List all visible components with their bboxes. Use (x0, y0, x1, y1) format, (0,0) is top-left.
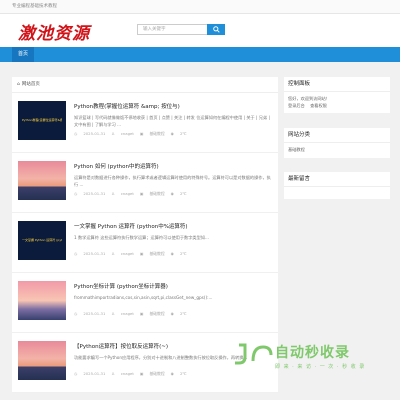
post-thumbnail[interactable] (18, 161, 66, 200)
category-link[interactable]: 基础教程 (288, 147, 305, 152)
thumbnail-caption: 一文掌握 Python 运算符 (python中%运算符) (22, 238, 62, 242)
post-item[interactable]: Python 如何 (python中的运算符) 运算符是对数据进行各种操作，执行算… (12, 153, 278, 213)
post-views: 2℃ (179, 251, 187, 256)
post-meta: ◷ 2025-01-31 ♙ cnaget ▣ 基础教程 ◉ 2℃ (74, 311, 193, 317)
nav-item-home[interactable]: 首页 (12, 47, 35, 62)
sidebar-panel-title: 控制面板 (284, 77, 390, 92)
thumbnail-caption: Python教程(掌握位运算符&按位与) (22, 118, 62, 122)
site-header: 激池资源 (0, 14, 400, 47)
post-views: 2℃ (179, 191, 187, 196)
post-category[interactable]: 基础教程 (149, 131, 164, 136)
user-icon: ♙ (111, 191, 115, 196)
watermark-subtext: 即 来 · 来 访 · 一 次 · 秒 收 录 (275, 364, 366, 370)
post-category[interactable]: 基础教程 (149, 371, 164, 376)
top-bar: 专业编程基础技术教程 (0, 0, 400, 14)
post-date: 2025-01-31 (83, 371, 106, 376)
site-tagline: 专业编程基础技术教程 (12, 4, 57, 9)
post-meta: ◷ 2025-01-31 ♙ cnaget ▣ 基础教程 ◉ 2℃ (74, 131, 193, 137)
post-thumbnail[interactable] (18, 341, 66, 380)
post-author[interactable]: cnaget (121, 311, 134, 316)
user-icon: ♙ (111, 371, 115, 376)
post-excerpt: 1 数学运算符 这些运算符执行数学运算；运算符可以使用于数字类型如... (74, 235, 209, 240)
folder-icon: ▣ (139, 131, 144, 136)
post-date: 2025-01-31 (83, 191, 106, 196)
sidebar-panel-latest: 最新留言 (284, 172, 390, 199)
post-title[interactable]: Python坐标计算 (python坐标计算器) (74, 282, 274, 290)
post-meta: ◷ 2025-01-31 ♙ cnaget ▣ 基础教程 ◉ 2℃ (74, 371, 193, 377)
post-category[interactable]: 基础教程 (149, 251, 164, 256)
site-logo[interactable]: 激池资源 (18, 19, 90, 44)
post-title[interactable]: Python教程(掌握位运算符 &amp; 按位与) (74, 102, 274, 110)
user-icon: ♙ (111, 131, 115, 136)
main-nav: 首页 (0, 47, 400, 62)
user-icon: ♙ (111, 251, 115, 256)
eye-icon: ◉ (170, 311, 174, 316)
post-thumbnail[interactable] (18, 281, 66, 320)
post-item[interactable]: Python教程(掌握位运算符&按位与) Python教程(掌握位运算符 &amp… (12, 93, 278, 153)
watermark: 自动秒收录 即 来 · 来 访 · 一 次 · 秒 收 录 (233, 337, 393, 387)
watermark-text: 自动秒收录 (275, 345, 350, 361)
post-date: 2025-01-31 (83, 311, 106, 316)
post-date: 2025-01-31 (83, 251, 106, 256)
date-icon: ◷ (74, 311, 78, 316)
watermark-logo-icon (235, 343, 273, 365)
search-button[interactable] (207, 24, 225, 35)
breadcrumb-label[interactable]: 网站首页 (22, 82, 40, 87)
folder-icon: ▣ (139, 251, 144, 256)
sidebar-panel-categories: 网站分类 基础教程 (284, 128, 390, 158)
post-title[interactable]: Python 如何 (python中的运算符) (74, 162, 274, 170)
sidebar-categories-title: 网站分类 (284, 128, 390, 143)
post-meta: ◷ 2025-01-31 ♙ cnaget ▣ 基础教程 ◉ 2℃ (74, 191, 193, 197)
post-category[interactable]: 基础教程 (149, 191, 164, 196)
eye-icon: ◉ (170, 131, 174, 136)
post-excerpt: frommathimportradians,cos,sin,asin,sqrt,… (74, 295, 213, 300)
sidebar-panel-control: 控制面板 您好，欢迎到访网站！ 登录后台 查看权限 (284, 77, 390, 113)
folder-icon: ▣ (139, 191, 144, 196)
post-title[interactable]: 一文掌握 Python 运算符 (python中%运算符) (74, 222, 274, 230)
post-author[interactable]: cnaget (121, 131, 134, 136)
date-icon: ◷ (74, 131, 78, 136)
eye-icon: ◉ (170, 251, 174, 256)
post-category[interactable]: 基础教程 (149, 311, 164, 316)
post-item[interactable]: Python坐标计算 (python坐标计算器) frommathimportra… (12, 273, 278, 333)
post-views: 2℃ (179, 311, 187, 316)
user-icon: ♙ (111, 311, 115, 316)
post-thumbnail[interactable]: 一文掌握 Python 运算符 (python中%运算符) (18, 221, 66, 260)
post-views: 2℃ (179, 131, 187, 136)
eye-icon: ◉ (170, 191, 174, 196)
post-excerpt: 知识篮球 | 写代码就像做饭不停地收获 | 首页 | 点赞 | 关注 | 转发 … (74, 115, 270, 127)
login-link[interactable]: 登录后台 (288, 103, 305, 108)
post-meta: ◷ 2025-01-31 ♙ cnaget ▣ 基础教程 ◉ 2℃ (74, 251, 193, 257)
folder-icon: ▣ (139, 311, 144, 316)
post-item[interactable]: 一文掌握 Python 运算符 (python中%运算符) 一文掌握 Python… (12, 213, 278, 273)
search-icon (212, 26, 220, 33)
post-author[interactable]: cnaget (121, 251, 134, 256)
date-icon: ◷ (74, 251, 78, 256)
breadcrumb: ⌂ 网站首页 (12, 77, 278, 93)
permissions-link[interactable]: 查看权限 (310, 103, 327, 108)
post-views: 2℃ (179, 371, 187, 376)
post-excerpt: 运算符是对数据进行各种操作，执行算术或者逻辑运算时使用的特殊符号。运算符可以是对… (74, 175, 271, 187)
eye-icon: ◉ (170, 371, 174, 376)
sidebar-latest-title: 最新留言 (284, 172, 390, 187)
folder-icon: ▣ (139, 371, 144, 376)
post-thumbnail[interactable]: Python教程(掌握位运算符&按位与) (18, 101, 66, 140)
date-icon: ◷ (74, 191, 78, 196)
post-date: 2025-01-31 (83, 131, 106, 136)
post-author[interactable]: cnaget (121, 191, 134, 196)
date-icon: ◷ (74, 371, 78, 376)
home-icon: ⌂ (17, 82, 20, 87)
post-author[interactable]: cnaget (121, 371, 134, 376)
